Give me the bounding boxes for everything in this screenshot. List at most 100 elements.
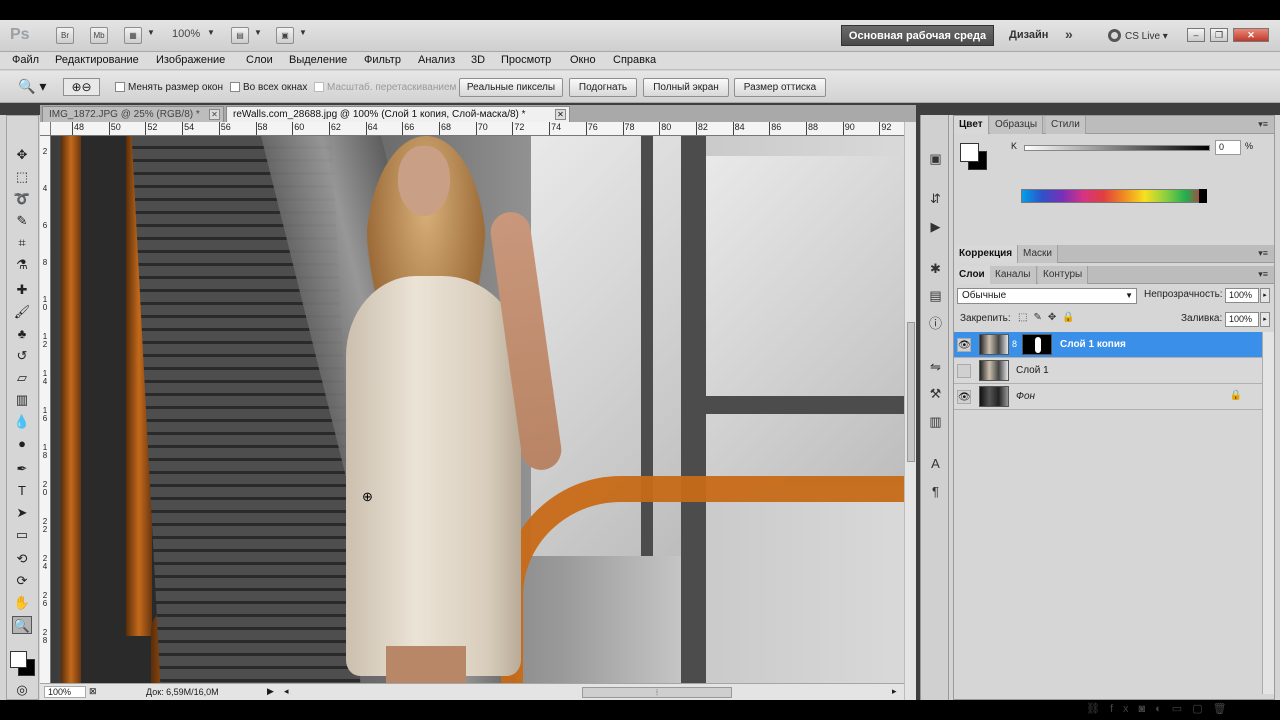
- close-tab-icon[interactable]: ✕: [555, 109, 566, 120]
- more-workspaces-icon[interactable]: »: [1065, 26, 1073, 42]
- menu-window[interactable]: Окно: [570, 54, 596, 66]
- k-channel-value[interactable]: 0: [1215, 140, 1241, 155]
- view-extras-dropdown-icon[interactable]: ▼: [147, 28, 155, 37]
- actions-panel-icon[interactable]: ⇵: [926, 190, 945, 208]
- vertical-scroll-thumb[interactable]: [907, 322, 915, 462]
- zoom-tool-icon[interactable]: 🔍: [12, 616, 32, 634]
- menu-analysis[interactable]: Анализ: [418, 54, 455, 66]
- eye-icon[interactable]: 👁: [957, 338, 971, 352]
- screen-mode-button[interactable]: ▣: [276, 27, 294, 44]
- layers-scrollbar[interactable]: [1262, 332, 1274, 694]
- layer-name[interactable]: Слой 1 копия: [1060, 339, 1126, 350]
- spectrum-black-white[interactable]: [1199, 189, 1207, 203]
- info-panel-icon[interactable]: ⓘ: [926, 315, 945, 333]
- layers-footer-icons[interactable]: ⛓fx◙◐▭▢🗑: [1086, 702, 1237, 715]
- vertical-ruler[interactable]: 2 4 6 8 1 0 1 2 1 4 1 6 1 8 2 0 2 2 2 4 2 6 2 8: [40, 136, 51, 683]
- document-canvas[interactable]: ⊕: [51, 136, 904, 683]
- canvas-vertical-scrollbar[interactable]: [904, 122, 916, 700]
- zoom-in-out-icon[interactable]: ⊕⊖: [63, 78, 100, 96]
- shape-tool-icon[interactable]: ▭: [12, 526, 32, 544]
- tab-img1872[interactable]: IMG_1872.JPG @ 25% (RGB/8) * ✕: [42, 106, 224, 122]
- view-extras-button[interactable]: ▦: [124, 27, 142, 44]
- fill-stepper-icon[interactable]: ▸: [1260, 312, 1270, 327]
- lock-options-icons[interactable]: ⬚✎✥🔒: [1018, 312, 1081, 323]
- close-tab-icon[interactable]: ✕: [209, 109, 220, 120]
- zoom-tool-preset-icon[interactable]: 🔍 ▾: [18, 78, 54, 96]
- panel-menu-icon[interactable]: ▾≡: [1258, 119, 1268, 130]
- marquee-tool-icon[interactable]: ⬚: [12, 168, 32, 186]
- resize-windows-checkbox[interactable]: Менять размер окон: [115, 82, 223, 93]
- minimize-icon[interactable]: –: [1187, 28, 1205, 42]
- horizontal-scroll-thumb[interactable]: ⦙: [582, 687, 732, 698]
- hand-tool-icon[interactable]: ✋: [12, 594, 32, 612]
- tab-styles[interactable]: Стили: [1046, 116, 1086, 134]
- character-panel-icon[interactable]: A: [926, 455, 945, 473]
- dodge-tool-icon[interactable]: ●: [12, 435, 32, 453]
- tab-adjustments[interactable]: Коррекция: [954, 245, 1019, 263]
- link-icon[interactable]: 8: [1012, 339, 1017, 349]
- cs-live-button[interactable]: CS Live ▾: [1108, 29, 1168, 42]
- fill-screen-button[interactable]: Полный экран: [643, 78, 729, 97]
- brush-panel-icon[interactable]: ✱: [926, 260, 945, 278]
- type-tool-icon[interactable]: T: [12, 482, 32, 500]
- notes-panel-icon[interactable]: ▥: [926, 413, 945, 431]
- zoom-dropdown-icon[interactable]: ▼: [207, 28, 215, 37]
- panel-menu-icon[interactable]: ▾≡: [1258, 248, 1268, 259]
- layer-thumbnail[interactable]: [979, 386, 1009, 407]
- menu-select[interactable]: Выделение: [289, 54, 347, 66]
- workspace-essentials-button[interactable]: Основная рабочая среда: [841, 25, 994, 46]
- zoom-level-dropdown[interactable]: 100%: [172, 28, 200, 40]
- measurement-panel-icon[interactable]: ⚒: [926, 385, 945, 403]
- zoom-all-windows-checkbox[interactable]: Во всех окнах: [230, 82, 307, 93]
- 3d-orbit-tool-icon[interactable]: ⟳: [12, 572, 32, 590]
- restore-icon[interactable]: ❐: [1210, 28, 1228, 42]
- eyedropper-tool-icon[interactable]: ⚗: [12, 256, 32, 274]
- opacity-stepper-icon[interactable]: ▸: [1260, 288, 1270, 303]
- opacity-field[interactable]: 100%: [1225, 288, 1259, 303]
- history-brush-tool-icon[interactable]: ↺: [12, 347, 32, 365]
- workspace-design-button[interactable]: Дизайн: [1009, 29, 1048, 41]
- scroll-left-icon[interactable]: ◂: [284, 686, 289, 697]
- horizontal-ruler[interactable]: 48 50 52 54 56 58 60 62 64 66 68 70 72 74 76 78 80 82 84 86…: [51, 122, 904, 136]
- menu-view[interactable]: Просмотр: [501, 54, 551, 66]
- menu-3d[interactable]: 3D: [471, 54, 485, 66]
- crop-tool-icon[interactable]: ⌗: [12, 234, 32, 252]
- layer-name[interactable]: Слой 1: [1016, 365, 1049, 376]
- panel-menu-icon[interactable]: ▾≡: [1258, 269, 1268, 280]
- animation-panel-icon[interactable]: ▶: [926, 218, 945, 236]
- layer-thumbnail[interactable]: [979, 360, 1009, 381]
- layer-row[interactable]: 👁 8 Слой 1 копия: [954, 332, 1262, 358]
- tab-paths[interactable]: Контуры: [1038, 266, 1089, 284]
- foreground-color-swatch[interactable]: [10, 651, 27, 668]
- screen-mode-dropdown-icon[interactable]: ▼: [299, 28, 307, 37]
- eye-icon[interactable]: 👁: [957, 390, 971, 404]
- clone-source-panel-icon[interactable]: ▤: [926, 287, 945, 305]
- paragraph-panel-icon[interactable]: ¶: [926, 483, 945, 501]
- eye-icon[interactable]: [957, 364, 971, 378]
- menu-edit[interactable]: Редактирование: [55, 54, 139, 66]
- menu-file[interactable]: Файл: [12, 54, 39, 66]
- status-icon[interactable]: ⊠: [89, 686, 97, 697]
- bridge-button[interactable]: Br: [56, 27, 74, 44]
- path-selection-tool-icon[interactable]: ➤: [12, 504, 32, 522]
- history-panel-icon[interactable]: ▣: [926, 150, 945, 168]
- ruler-origin[interactable]: [40, 122, 51, 136]
- move-tool-icon[interactable]: ✥: [12, 146, 32, 164]
- tab-swatches[interactable]: Образцы: [990, 116, 1044, 134]
- scrubby-zoom-checkbox[interactable]: Масштаб. перетаскиванием: [314, 82, 456, 93]
- tab-layers[interactable]: Слои: [954, 266, 991, 284]
- menu-filter[interactable]: Фильтр: [364, 54, 401, 66]
- 3d-rotate-tool-icon[interactable]: ⟲: [12, 550, 32, 568]
- healing-brush-tool-icon[interactable]: ✚: [12, 281, 32, 299]
- blend-mode-select[interactable]: Обычные ▼: [957, 288, 1137, 304]
- actual-pixels-button[interactable]: Реальные пикселы: [459, 78, 563, 97]
- color-spectrum-bar[interactable]: [1021, 189, 1207, 203]
- layer-row[interactable]: 👁 Фон 🔒: [954, 384, 1262, 410]
- fill-field[interactable]: 100%: [1225, 312, 1259, 327]
- clone-stamp-tool-icon[interactable]: ♣: [12, 325, 32, 343]
- brush-tool-icon[interactable]: 🖌: [12, 303, 32, 321]
- mini-bridge-button[interactable]: Mb: [90, 27, 108, 44]
- tab-channels[interactable]: Каналы: [990, 266, 1037, 284]
- layer-thumbnail[interactable]: [979, 334, 1009, 355]
- close-icon[interactable]: ✕: [1233, 28, 1269, 42]
